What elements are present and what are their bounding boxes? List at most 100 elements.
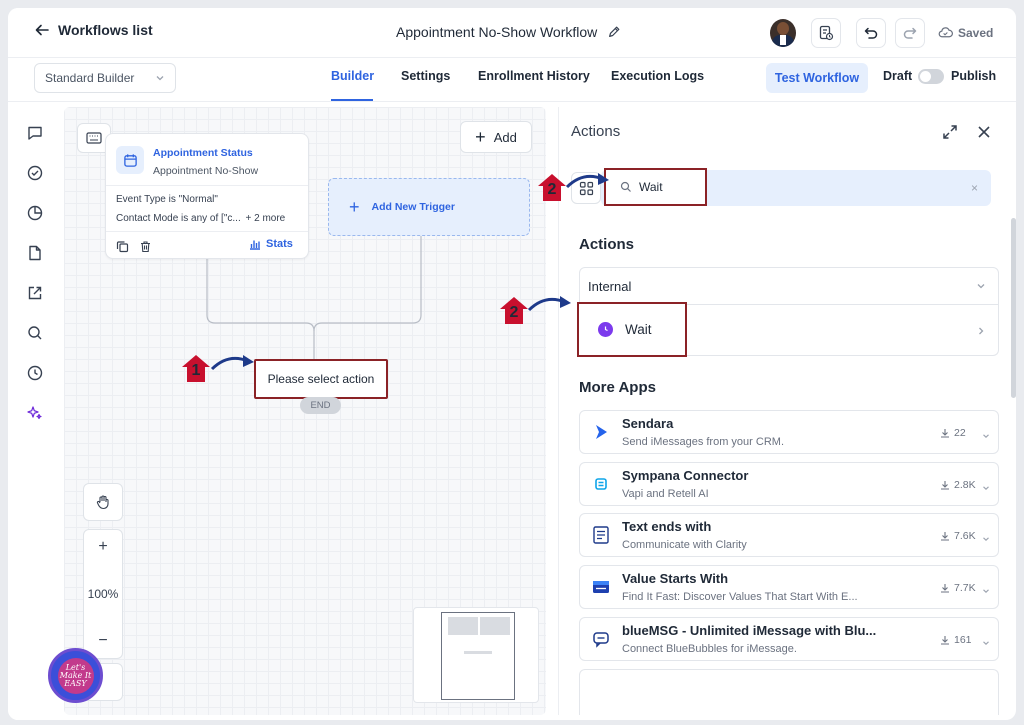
annotation-badge-1: 1 — [181, 353, 211, 383]
app-name: Value Starts With — [622, 571, 729, 586]
external-link-icon — [28, 286, 42, 300]
sidebar-item-documents[interactable] — [26, 244, 44, 262]
app-desc: Vapi and Retell AI — [622, 488, 709, 500]
zoom-out-button[interactable]: − — [98, 632, 107, 650]
trash-icon — [141, 241, 150, 253]
app-item-text-ends-with[interactable]: Text ends with Communicate with Clarity … — [579, 513, 999, 557]
sidebar-item-reports[interactable] — [26, 204, 44, 222]
tab-builder[interactable]: Builder — [331, 69, 374, 83]
hand-icon — [96, 495, 109, 510]
actions-panel-scrollbar[interactable] — [1011, 218, 1016, 398]
duplicate-trigger-button[interactable] — [116, 240, 129, 253]
saved-label: Saved — [958, 25, 994, 40]
app-item-sympana-connector[interactable]: Sympana Connector Vapi and Retell AI 2.8… — [579, 462, 999, 506]
plus-icon: + — [349, 196, 360, 217]
arrow-left-icon — [35, 24, 49, 36]
keyboard-icon — [86, 132, 102, 144]
lets-make-it-easy-logo: Let's Make It EASY — [48, 648, 103, 703]
chevron-down-icon — [982, 531, 990, 541]
annotation-arrow-2b — [527, 296, 571, 312]
version-history-button[interactable] — [811, 18, 841, 48]
stats-label: Stats — [266, 238, 293, 250]
chevron-down-icon — [156, 76, 164, 81]
delete-trigger-button[interactable] — [139, 240, 152, 253]
search-value: Wait — [639, 180, 663, 194]
wait-action-item[interactable]: Wait — [577, 302, 999, 357]
pan-tool-button[interactable] — [83, 483, 123, 521]
logo-text: Let's Make It EASY — [59, 662, 92, 688]
trigger-card[interactable]: Appointment Status Appointment No-Show E… — [105, 133, 309, 259]
install-count-value: 161 — [954, 634, 972, 646]
zoom-controls: + 100% − — [83, 529, 123, 659]
left-sidebar — [8, 102, 64, 720]
back-to-workflows-link[interactable]: Workflows list — [34, 22, 153, 38]
add-new-trigger-button[interactable]: + Add New Trigger — [328, 178, 530, 236]
app-window: Workflows list Appointment No-Show Workf… — [8, 8, 1016, 720]
value-icon — [590, 576, 612, 598]
actions-section-title: Actions — [579, 236, 635, 253]
tab-enrollment-history[interactable]: Enrollment History — [478, 69, 590, 83]
download-icon — [941, 584, 949, 593]
trigger-filter-2-text: Contact Mode is any of ["c... — [116, 213, 241, 224]
actions-search-input[interactable]: Wait — [604, 168, 707, 206]
user-avatar[interactable] — [770, 19, 796, 47]
tab-execution-logs[interactable]: Execution Logs — [611, 69, 704, 83]
annotation-arrow-1 — [210, 355, 254, 371]
top-bar: Workflows list Appointment No-Show Workf… — [8, 8, 1016, 58]
workflow-canvas[interactable]: + Add Appointment Status Appointment No-… — [64, 107, 546, 715]
download-icon — [941, 481, 949, 490]
sidebar-item-external[interactable] — [26, 284, 44, 302]
app-name: Sendara — [622, 416, 674, 431]
wait-action-highlight[interactable]: Wait — [577, 302, 687, 357]
tab-settings[interactable]: Settings — [401, 69, 450, 83]
internal-category-header[interactable]: Internal — [579, 267, 999, 305]
zoom-in-button[interactable]: + — [98, 538, 107, 556]
trigger-more[interactable]: + 2 more — [246, 213, 286, 224]
sidebar-item-conversations[interactable] — [26, 124, 44, 142]
bar-chart-icon — [250, 240, 260, 250]
workflow-title[interactable]: Appointment No-Show Workflow — [396, 24, 621, 40]
publish-label: Publish — [951, 69, 997, 83]
chevron-down-icon — [982, 635, 990, 645]
back-label: Workflows list — [58, 22, 153, 38]
app-item-partial[interactable] — [579, 669, 999, 715]
sidebar-item-history[interactable] — [26, 364, 44, 382]
builder-type-select[interactable]: Standard Builder — [34, 63, 176, 93]
select-action-node[interactable]: Please select action — [254, 359, 388, 399]
install-count-value: 7.6K — [954, 530, 976, 542]
canvas-minimap[interactable] — [413, 607, 539, 703]
app-item-sendara[interactable]: Sendara Send iMessages from your CRM. 22 — [579, 410, 999, 454]
chevron-right-icon — [976, 324, 986, 335]
sidebar-item-tasks[interactable] — [26, 164, 44, 182]
add-label: Add — [493, 129, 517, 145]
copy-icon — [116, 241, 129, 253]
actions-panel: Actions Wait × 2 Actions Internal Wait 2… — [500, 107, 1008, 715]
trigger-stats-button[interactable]: Stats — [249, 238, 293, 250]
app-item-bluemsg[interactable]: blueMSG - Unlimited iMessage with Blu...… — [579, 617, 999, 661]
search-icon — [28, 326, 42, 340]
cloud-check-icon — [938, 27, 953, 38]
expand-panel-button[interactable] — [941, 123, 959, 141]
chat-bubble-icon — [28, 126, 42, 140]
clear-search-button[interactable]: × — [971, 181, 978, 195]
add-node-button[interactable]: + Add — [460, 121, 532, 153]
bluemsg-icon — [590, 628, 612, 650]
chevron-down-icon — [977, 284, 985, 289]
app-name: blueMSG - Unlimited iMessage with Blu... — [622, 623, 877, 638]
close-panel-button[interactable] — [975, 123, 993, 141]
pencil-icon[interactable] — [607, 25, 621, 39]
app-item-value-starts-with[interactable]: Value Starts With Find It Fast: Discover… — [579, 565, 999, 609]
badge-2b-number: 2 — [509, 304, 519, 321]
document-clock-icon — [819, 25, 834, 41]
publish-toggle[interactable] — [918, 69, 944, 84]
trigger-subtitle: Appointment No-Show — [153, 165, 259, 177]
app-name: Text ends with — [622, 519, 712, 534]
sidebar-item-ai[interactable] — [26, 404, 44, 422]
undo-button[interactable] — [856, 18, 886, 48]
redo-button[interactable] — [895, 18, 925, 48]
chevron-down-icon — [982, 428, 990, 438]
app-desc: Communicate with Clarity — [622, 539, 747, 551]
sidebar-item-search[interactable] — [26, 324, 44, 342]
sparkles-icon — [27, 406, 42, 420]
test-workflow-button[interactable]: Test Workflow — [766, 63, 868, 93]
